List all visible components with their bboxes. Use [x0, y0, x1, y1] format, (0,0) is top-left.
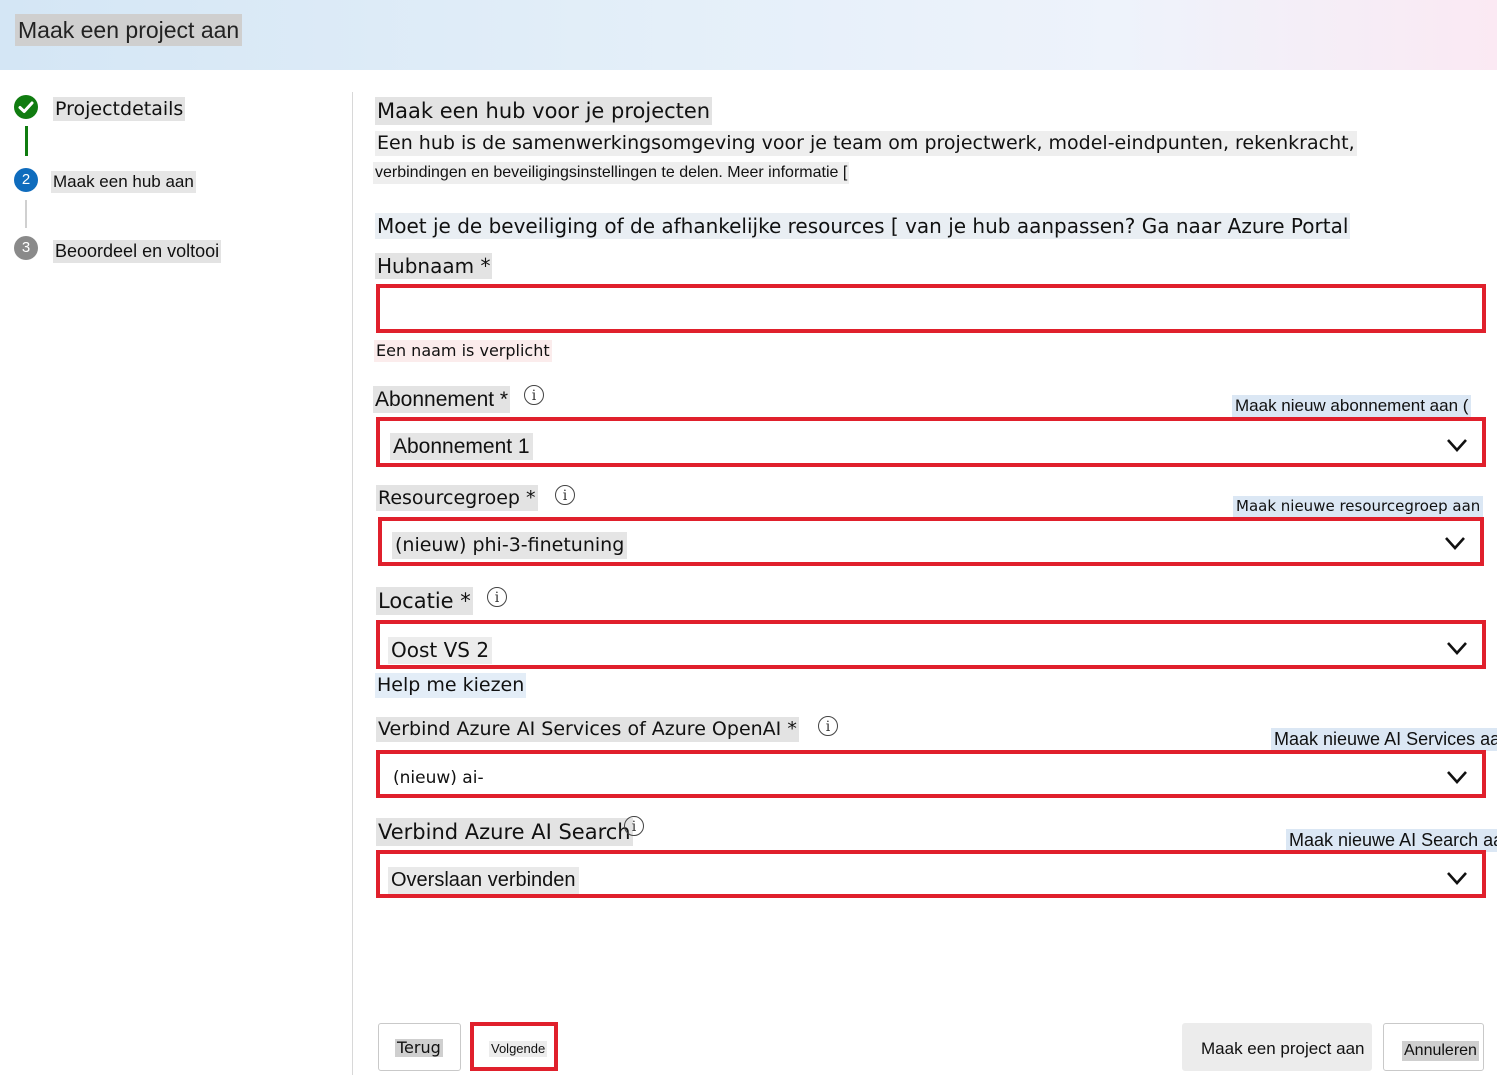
location-label: Locatie *: [376, 587, 473, 615]
resource-group-dropdown[interactable]: (nieuw) phi-3-finetuning: [378, 517, 1484, 566]
ai-services-label: Verbind Azure AI Services of Azure OpenA…: [376, 717, 799, 742]
info-icon[interactable]: i: [818, 716, 838, 736]
subscription-value: Abonnement 1: [390, 433, 533, 460]
step-projectdetails[interactable]: Projectdetails: [53, 97, 186, 121]
chevron-down-icon: [1447, 439, 1467, 452]
ai-search-dropdown[interactable]: Overslaan verbinden: [376, 850, 1486, 898]
location-dropdown[interactable]: Oost VS 2: [376, 620, 1486, 669]
next-button-label: Volgende: [489, 1041, 548, 1057]
create-project-button-label: Maak een project aan: [1201, 1039, 1365, 1058]
step-connector: [25, 126, 28, 156]
back-button[interactable]: Terug: [378, 1023, 461, 1071]
hub-name-label: Hubnaam *: [375, 253, 493, 279]
page-header: Maak een project aan: [0, 0, 1497, 70]
subscription-label: Abonnement *: [373, 386, 511, 413]
azure-portal-note[interactable]: Moet je de beveiliging of de afhankelijk…: [375, 213, 1351, 239]
chevron-down-icon: [1447, 771, 1467, 784]
info-icon[interactable]: i: [555, 485, 575, 505]
location-value: Oost VS 2: [388, 637, 493, 664]
create-project-button[interactable]: Maak een project aan: [1182, 1023, 1372, 1071]
ai-search-label: Verbind Azure AI Search: [376, 818, 633, 846]
checkmark-icon: [14, 95, 38, 119]
page-title: Maak een project aan: [15, 14, 243, 46]
cancel-button-label: Annuleren: [1402, 1041, 1479, 1061]
step-maak-hub[interactable]: Maak een hub aan: [51, 171, 196, 193]
info-icon[interactable]: i: [624, 816, 644, 836]
cancel-button[interactable]: Annuleren: [1383, 1023, 1484, 1071]
hub-name-error: Een naam is verplicht: [374, 340, 552, 362]
hub-name-input[interactable]: [376, 284, 1486, 333]
step-number-2: 2: [14, 168, 38, 192]
next-button[interactable]: Volgende: [470, 1022, 558, 1071]
step-beoordeel[interactable]: Beoordeel en voltooi: [53, 240, 222, 263]
ai-services-dropdown[interactable]: (nieuw) ai-: [376, 750, 1486, 798]
ai-services-value: (nieuw) ai-: [390, 766, 487, 793]
help-me-choose-link[interactable]: Help me kiezen: [375, 673, 527, 698]
create-resource-group-link[interactable]: Maak nieuwe resourcegroep aan: [1233, 496, 1484, 517]
hub-description: Een hub is de samenwerkingsomgeving voor…: [375, 131, 1357, 156]
subscription-dropdown[interactable]: Abonnement 1: [376, 417, 1486, 467]
hub-description-more-info[interactable]: verbindingen en beveiligingsinstellingen…: [373, 162, 850, 184]
step-connector: [25, 200, 27, 228]
resource-group-label: Resourcegroep *: [376, 485, 538, 511]
ai-search-value: Overslaan verbinden: [388, 867, 579, 894]
create-subscription-link[interactable]: Maak nieuw abonnement aan (: [1232, 395, 1472, 417]
chevron-down-icon: [1447, 642, 1467, 655]
back-button-label: Terug: [395, 1038, 443, 1057]
create-ai-search-link[interactable]: Maak nieuwe AI Search aan: [1286, 829, 1497, 852]
step-number-3: 3: [14, 236, 38, 260]
info-icon[interactable]: i: [487, 587, 507, 607]
chevron-down-icon: [1447, 872, 1467, 885]
info-icon[interactable]: i: [524, 385, 544, 405]
resource-group-value: (nieuw) phi-3-finetuning: [392, 532, 628, 559]
section-heading: Maak een hub voor je projecten: [375, 97, 713, 125]
chevron-down-icon: [1445, 537, 1465, 550]
vertical-divider: [352, 92, 353, 1075]
create-ai-services-link[interactable]: Maak nieuwe AI Services aan: [1271, 728, 1497, 751]
